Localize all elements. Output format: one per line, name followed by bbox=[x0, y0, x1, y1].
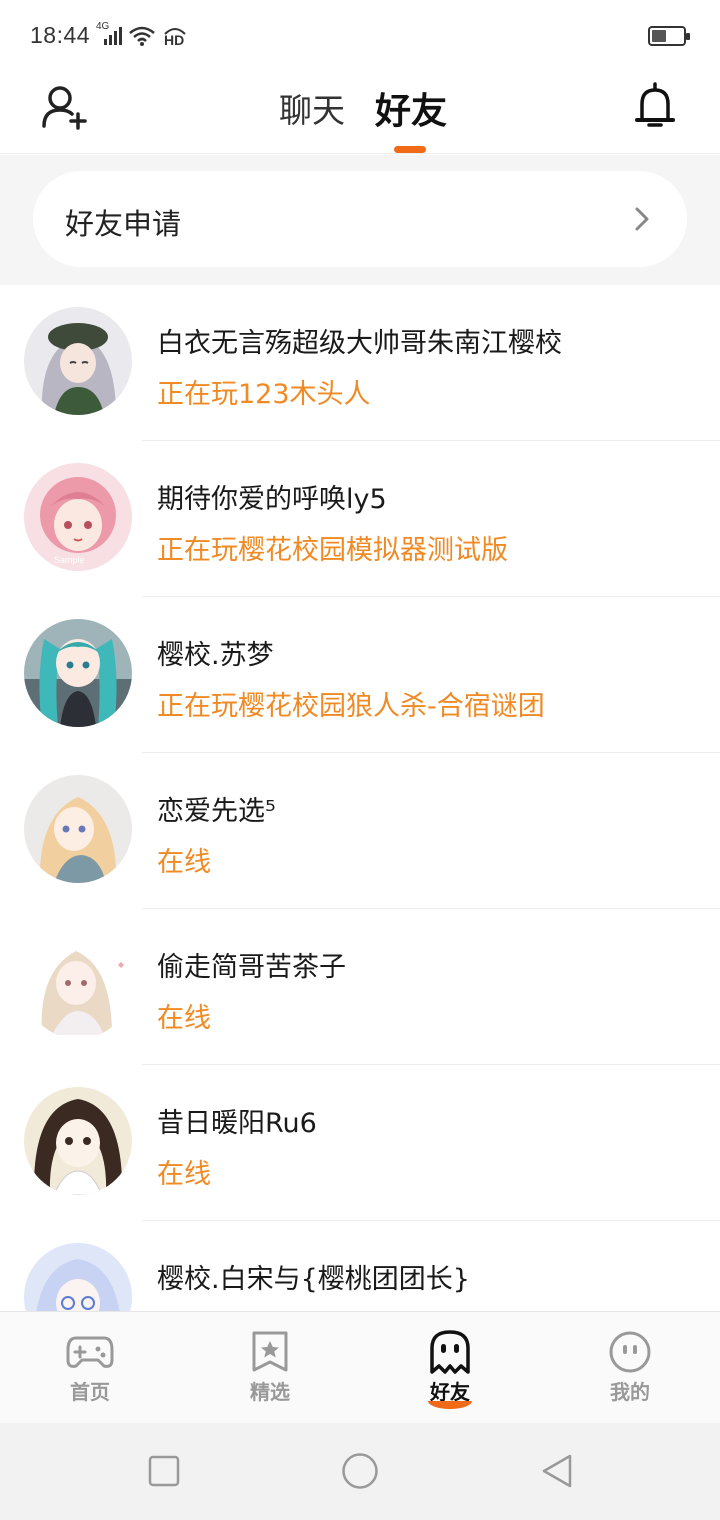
active-tab-indicator bbox=[394, 146, 426, 153]
notification-button[interactable] bbox=[632, 80, 678, 132]
gamepad-icon bbox=[66, 1336, 114, 1368]
signal-icon: 4G bbox=[96, 21, 122, 47]
nav-label: 精选 bbox=[250, 1380, 290, 1404]
bottom-nav: 首页 精选 好友 我的 bbox=[0, 1311, 720, 1423]
chevron-right-icon bbox=[635, 207, 649, 231]
friend-status: 在线 bbox=[157, 1003, 211, 1034]
add-friend-button[interactable] bbox=[40, 82, 90, 132]
friend-status: 在线 bbox=[157, 847, 211, 878]
smiley-face-icon bbox=[609, 1331, 651, 1373]
anime-girl-grey-hair-avatar-icon bbox=[24, 307, 132, 415]
nav-item-featured[interactable]: 精选 bbox=[180, 1312, 360, 1424]
status-bar: 18:44 4G HD bbox=[0, 0, 720, 72]
star-badge-icon bbox=[252, 1331, 288, 1372]
add-user-icon bbox=[42, 86, 87, 130]
friend-name: 偷走简哥苦茶子 bbox=[157, 952, 346, 983]
system-nav-bar bbox=[0, 1423, 720, 1520]
friend-list-item[interactable]: 偷走简哥苦茶子 在线 bbox=[0, 909, 720, 1065]
recents-square-icon[interactable] bbox=[148, 1455, 180, 1487]
avatar-watermark: Sample bbox=[54, 555, 85, 565]
nav-item-friends[interactable]: 好友 bbox=[360, 1312, 540, 1424]
friend-list: 白衣无言殇超级大帅哥朱南江樱校 正在玩123木头人 Sample 期待你爱的呼唤… bbox=[0, 285, 720, 1311]
status-time: 18:44 bbox=[30, 22, 91, 48]
friend-avatar[interactable] bbox=[24, 619, 132, 727]
battery-level bbox=[652, 30, 666, 42]
network-type-label: 4G bbox=[96, 21, 110, 32]
friend-status: 正在玩樱花校园狼人杀-合宿谜团 bbox=[157, 691, 545, 722]
status-icons: 4G HD bbox=[96, 21, 188, 48]
friend-name: 樱校.白宋与{樱桃团团长} bbox=[157, 1264, 470, 1295]
ghost-icon bbox=[430, 1330, 470, 1374]
hd-icon: HD bbox=[162, 24, 188, 48]
friend-avatar[interactable]: Sample bbox=[24, 463, 132, 571]
friend-name: 昔日暖阳Ru6 bbox=[157, 1108, 317, 1139]
friend-avatar[interactable] bbox=[24, 931, 132, 1039]
battery-icon bbox=[648, 26, 690, 46]
friend-avatar[interactable] bbox=[24, 307, 132, 415]
friend-name: 樱校.苏梦 bbox=[157, 640, 274, 671]
friend-status: 正在玩123木头人 bbox=[157, 379, 371, 410]
friend-status: 在线 bbox=[157, 1159, 211, 1190]
anime-girl-light-hair-avatar-icon bbox=[24, 931, 132, 1039]
anime-girl-teal-twintails-avatar-icon bbox=[24, 619, 132, 727]
friend-list-item[interactable]: 昔日暖阳Ru6 在线 bbox=[0, 1065, 720, 1221]
nav-item-home[interactable]: 首页 bbox=[0, 1312, 180, 1424]
friend-avatar[interactable] bbox=[24, 775, 132, 883]
friend-request-label: 好友申请 bbox=[65, 207, 182, 241]
friend-list-item[interactable]: 恋爱先选⁵ 在线 bbox=[0, 753, 720, 909]
anime-girl-white-hair-glasses-avatar-icon bbox=[24, 1243, 132, 1311]
anime-girl-pink-hair-avatar-icon: Sample bbox=[24, 463, 132, 571]
friend-list-item[interactable]: 樱校.苏梦 正在玩樱花校园狼人杀-合宿谜团 bbox=[0, 597, 720, 753]
friend-list-item[interactable]: Sample 期待你爱的呼唤ly5 正在玩樱花校园模拟器测试版 bbox=[0, 441, 720, 597]
friend-status: 正在玩樱花校园模拟器测试版 bbox=[157, 535, 508, 566]
nav-label: 首页 bbox=[70, 1380, 110, 1404]
friend-list-item[interactable]: 白衣无言殇超级大帅哥朱南江樱校 正在玩123木头人 bbox=[0, 285, 720, 441]
anime-girl-dark-hair-avatar-icon bbox=[24, 1087, 132, 1195]
tab-friends[interactable]: 好友 bbox=[375, 82, 447, 134]
friend-name: 期待你爱的呼唤ly5 bbox=[157, 484, 387, 515]
friend-request-button[interactable]: 好友申请 bbox=[33, 171, 687, 267]
hd-label: HD bbox=[164, 32, 185, 48]
friend-list-item[interactable]: 樱校.白宋与{樱桃团团长} bbox=[0, 1221, 720, 1311]
active-nav-indicator bbox=[428, 1401, 472, 1409]
top-header: 聊天 好友 bbox=[0, 72, 720, 154]
tab-chat[interactable]: 聊天 bbox=[279, 84, 345, 132]
nav-item-me[interactable]: 我的 bbox=[540, 1312, 720, 1424]
back-triangle-icon[interactable] bbox=[540, 1453, 574, 1489]
friend-name: 恋爱先选⁵ bbox=[157, 796, 276, 827]
friend-avatar[interactable] bbox=[24, 1087, 132, 1195]
friend-request-section: 好友申请 bbox=[0, 155, 720, 285]
nav-label: 我的 bbox=[610, 1380, 650, 1404]
friend-name: 白衣无言殇超级大帅哥朱南江樱校 bbox=[157, 328, 562, 359]
bell-icon bbox=[635, 82, 675, 127]
friend-avatar[interactable] bbox=[24, 1243, 132, 1311]
anime-girl-blonde-avatar-icon bbox=[24, 775, 132, 883]
home-circle-icon[interactable] bbox=[341, 1452, 379, 1490]
wifi-icon bbox=[128, 25, 156, 47]
